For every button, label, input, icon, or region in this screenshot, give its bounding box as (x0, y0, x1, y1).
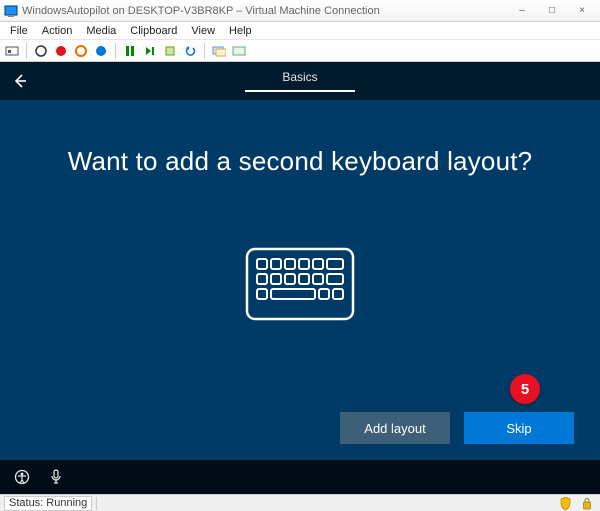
add-layout-button[interactable]: Add layout (340, 412, 450, 444)
microphone-icon[interactable] (48, 469, 64, 485)
status-text: Status: Running (4, 496, 92, 511)
minimize-button[interactable]: – (508, 2, 536, 20)
start-icon[interactable] (33, 43, 49, 59)
close-button[interactable]: × (568, 2, 596, 20)
shutdown-icon[interactable] (73, 43, 89, 59)
lock-icon (578, 496, 596, 511)
enhanced-icon[interactable] (211, 43, 227, 59)
ease-of-access-icon[interactable] (14, 469, 30, 485)
menu-clipboard[interactable]: Clipboard (124, 24, 183, 38)
status-right (556, 496, 596, 511)
statusbar: Status: Running (0, 494, 600, 511)
status-separator (96, 497, 97, 510)
annotation-callout: 5 (510, 374, 540, 404)
menu-help[interactable]: Help (223, 24, 258, 38)
share-icon[interactable] (231, 43, 247, 59)
toolbar-separator (115, 43, 116, 59)
maximize-button[interactable]: □ (538, 2, 566, 20)
menu-media[interactable]: Media (80, 24, 122, 38)
toolbar-separator (26, 43, 27, 59)
pause-icon[interactable] (122, 43, 138, 59)
action-row: Add layout Skip (340, 412, 574, 444)
checkpoint-icon[interactable] (162, 43, 178, 59)
keyboard-icon (245, 247, 355, 326)
turnoff-icon[interactable] (53, 43, 69, 59)
oobe-body: Want to add a second keyboard layout? (0, 100, 600, 460)
toolbar-separator (204, 43, 205, 59)
menubar: File Action Media Clipboard View Help (0, 22, 600, 40)
security-icon (556, 496, 575, 511)
window-controls: – □ × (508, 2, 596, 20)
oobe-tab-label: Basics (282, 70, 317, 90)
window-title: WindowsAutopilot on DESKTOP-V3BR8KP – Vi… (22, 5, 508, 17)
menu-action[interactable]: Action (36, 24, 79, 38)
oobe-tray (0, 460, 600, 494)
menu-file[interactable]: File (4, 24, 34, 38)
page-title: Want to add a second keyboard layout? (68, 146, 533, 177)
reset-icon[interactable] (142, 43, 158, 59)
toolbar (0, 40, 600, 62)
revert-icon[interactable] (182, 43, 198, 59)
window-titlebar: WindowsAutopilot on DESKTOP-V3BR8KP – Vi… (0, 0, 600, 22)
app-icon (4, 4, 18, 18)
skip-button[interactable]: Skip (464, 412, 574, 444)
save-icon[interactable] (93, 43, 109, 59)
back-button[interactable] (0, 62, 40, 100)
guest-screen: Basics Want to add a second keyboard lay… (0, 62, 600, 494)
oobe-header: Basics (0, 62, 600, 100)
oobe-tab-underline (245, 90, 355, 92)
ctrl-alt-del-icon[interactable] (4, 43, 20, 59)
oobe-tab: Basics (245, 70, 355, 92)
menu-view[interactable]: View (185, 24, 221, 38)
